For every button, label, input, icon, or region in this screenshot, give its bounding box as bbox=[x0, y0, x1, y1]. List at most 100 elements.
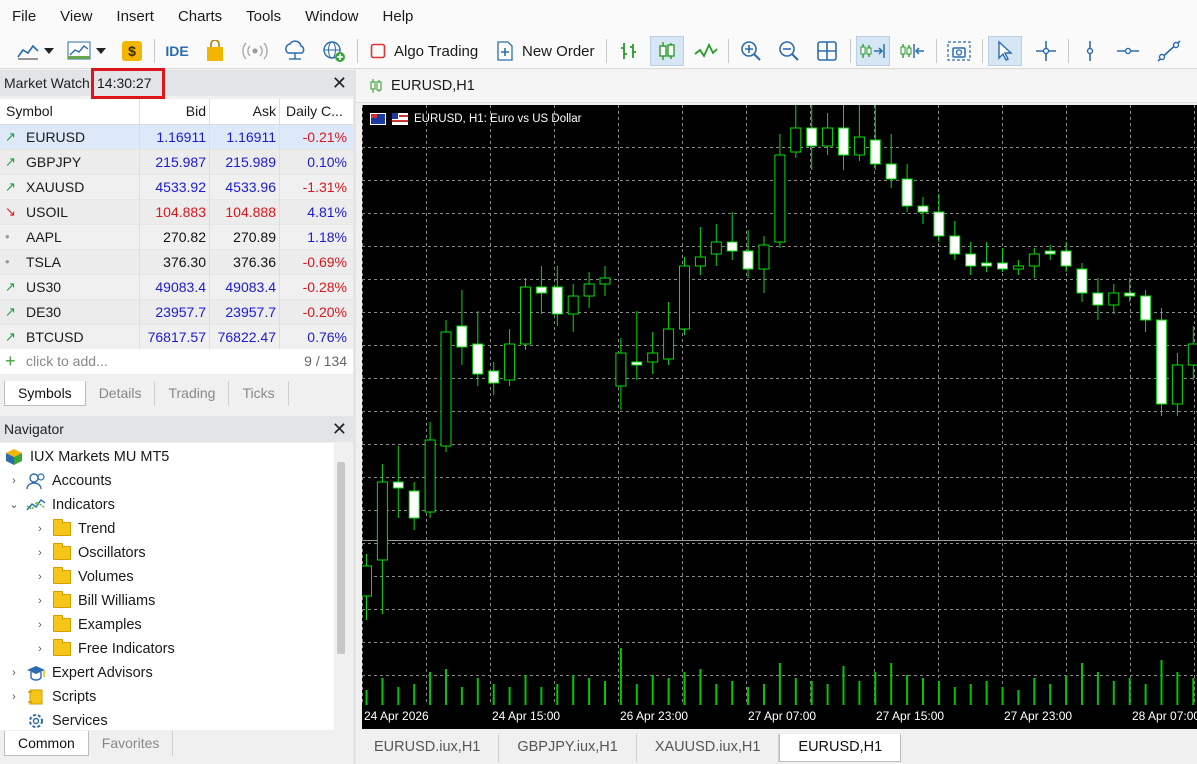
bar-chart-icon[interactable] bbox=[614, 36, 644, 66]
chevron-right-icon[interactable]: › bbox=[8, 469, 20, 493]
candle-body bbox=[1124, 292, 1136, 297]
algo-trading-button[interactable]: Algo Trading bbox=[364, 36, 486, 66]
dollar-icon[interactable]: $ bbox=[118, 36, 146, 66]
tab-trading[interactable]: Trading bbox=[155, 381, 230, 406]
add-symbol-row[interactable]: + click to add... 9 / 134 bbox=[0, 349, 353, 374]
chevron-right-icon[interactable]: › bbox=[34, 541, 46, 565]
candle-body bbox=[615, 352, 627, 387]
line-chart-icon[interactable] bbox=[14, 36, 42, 66]
navigator-item-examples[interactable]: › Examples bbox=[34, 613, 142, 637]
navigator-item-oscillators[interactable]: › Oscillators bbox=[34, 541, 146, 565]
chevron-right-icon[interactable]: › bbox=[8, 685, 20, 709]
zoom-out-icon[interactable] bbox=[774, 36, 804, 66]
navigator-item-expert-advisors[interactable]: › Expert Advisors bbox=[8, 661, 153, 685]
horizontal-line-icon[interactable] bbox=[1112, 36, 1144, 66]
dropdown-icon[interactable] bbox=[42, 36, 56, 66]
navigator-item-label: Indicators bbox=[52, 497, 115, 513]
chart-tab[interactable]: EURUSD,H1 bbox=[779, 734, 902, 762]
table-row[interactable]: ↗ EURUSD 1.16911 1.16911 -0.21% bbox=[0, 125, 353, 150]
bid-price: 1.16911 bbox=[156, 129, 206, 145]
table-row[interactable]: ↗ XAUUSD 4533.92 4533.96 -1.31% bbox=[0, 175, 353, 200]
column-header-symbol[interactable]: Symbol bbox=[6, 99, 53, 124]
chevron-right-icon[interactable]: › bbox=[34, 637, 46, 661]
screenshot-icon[interactable] bbox=[942, 36, 976, 66]
candle-body bbox=[1140, 295, 1152, 321]
chevron-right-icon[interactable]: › bbox=[34, 613, 46, 637]
dropdown-icon[interactable] bbox=[94, 36, 108, 66]
chart-tab[interactable]: EURUSD.iux,H1 bbox=[356, 734, 500, 762]
table-row[interactable]: ↗ GBPJPY 215.987 215.989 0.10% bbox=[0, 150, 353, 175]
tile-windows-icon[interactable] bbox=[812, 36, 842, 66]
close-icon[interactable]: ✕ bbox=[332, 70, 347, 96]
candle-body bbox=[456, 325, 468, 348]
chevron-right-icon[interactable]: › bbox=[8, 661, 20, 685]
folder-icon bbox=[52, 567, 72, 586]
candlestick-chart[interactable]: 24 Apr 2026 24 Apr 15:00 26 Apr 23:00 27 Ap… bbox=[361, 71, 1197, 729]
new-order-button[interactable]: New Order bbox=[492, 36, 604, 66]
column-header-daily-change[interactable]: Daily C... bbox=[286, 99, 353, 124]
menu-window[interactable]: Window bbox=[293, 0, 370, 33]
navigator-item-free-indicators[interactable]: › Free Indicators bbox=[34, 637, 175, 661]
chevron-right-icon[interactable]: › bbox=[34, 565, 46, 589]
bid-price: 376.30 bbox=[163, 254, 206, 270]
menu-charts[interactable]: Charts bbox=[166, 0, 234, 33]
table-row[interactable]: • TSLA 376.30 376.36 -0.69% bbox=[0, 250, 353, 275]
autoscroll-icon[interactable] bbox=[856, 36, 890, 66]
candle-body bbox=[981, 262, 993, 267]
candlestick-icon[interactable] bbox=[650, 36, 684, 66]
market-bag-icon[interactable] bbox=[200, 36, 230, 66]
chevron-right-icon[interactable]: › bbox=[34, 589, 46, 613]
menu-file[interactable]: File bbox=[0, 0, 48, 33]
chart-shift-icon[interactable] bbox=[896, 36, 930, 66]
tab-details[interactable]: Details bbox=[86, 381, 156, 406]
navigator-item-accounts[interactable]: › Accounts bbox=[8, 469, 112, 493]
chart-tab[interactable]: GBPJPY.iux,H1 bbox=[499, 734, 637, 762]
add-symbol-placeholder[interactable]: click to add... bbox=[26, 349, 108, 374]
cursor-icon[interactable] bbox=[988, 36, 1022, 66]
navigator-scrollbar[interactable] bbox=[337, 462, 345, 654]
candle-body bbox=[663, 328, 675, 360]
candle-body bbox=[885, 163, 897, 180]
navigator-item-services[interactable]: Services bbox=[8, 709, 108, 730]
navigator-item-scripts[interactable]: › Scripts bbox=[8, 685, 96, 709]
tab-favorites[interactable]: Favorites bbox=[89, 731, 174, 756]
global-add-icon[interactable] bbox=[318, 36, 350, 66]
crosshair-icon[interactable] bbox=[1030, 36, 1062, 66]
vertical-line-icon[interactable] bbox=[1074, 36, 1106, 66]
tab-symbols[interactable]: Symbols bbox=[4, 381, 86, 406]
chart-type-icon[interactable] bbox=[64, 36, 94, 66]
table-row[interactable]: ↘ USOIL 104.883 104.888 4.81% bbox=[0, 200, 353, 225]
chart-tab[interactable]: XAUUSD.iux,H1 bbox=[637, 734, 780, 762]
column-header-bid[interactable]: Bid bbox=[140, 99, 206, 124]
signals-icon[interactable] bbox=[238, 36, 272, 66]
line-icon[interactable] bbox=[690, 36, 722, 66]
navigator-item-indicators[interactable]: ⌄ Indicators bbox=[8, 493, 115, 517]
candle-body bbox=[965, 253, 977, 267]
menu-tools[interactable]: Tools bbox=[234, 0, 293, 33]
menu-help[interactable]: Help bbox=[371, 0, 426, 33]
menu-insert[interactable]: Insert bbox=[104, 0, 166, 33]
zoom-in-icon[interactable] bbox=[736, 36, 766, 66]
bid-price: 49083.4 bbox=[155, 279, 206, 295]
chevron-down-icon[interactable]: ⌄ bbox=[8, 493, 20, 517]
vps-cloud-icon[interactable] bbox=[278, 36, 312, 66]
bid-price: 215.987 bbox=[155, 154, 206, 170]
chevron-right-icon[interactable]: › bbox=[34, 517, 46, 541]
navigator-item-trend[interactable]: › Trend bbox=[34, 517, 115, 541]
broker-root[interactable]: IUX Markets MU MT5 bbox=[4, 445, 169, 469]
trendline-icon[interactable] bbox=[1152, 36, 1186, 66]
price-chart[interactable]: 24 Apr 2026 24 Apr 15:00 26 Apr 23:00 27 Ap… bbox=[361, 71, 1197, 729]
table-row[interactable]: ↗ US30 49083.4 49083.4 -0.28% bbox=[0, 275, 353, 300]
tab-ticks[interactable]: Ticks bbox=[229, 381, 289, 406]
menu-view[interactable]: View bbox=[48, 0, 104, 33]
close-icon[interactable]: ✕ bbox=[332, 416, 347, 442]
table-row[interactable]: ↗ DE30 23957.7 23957.7 -0.20% bbox=[0, 300, 353, 325]
navigator-item-bill-williams[interactable]: › Bill Williams bbox=[34, 589, 155, 613]
tab-common[interactable]: Common bbox=[4, 731, 89, 756]
table-row[interactable]: • AAPL 270.82 270.89 1.18% bbox=[0, 225, 353, 250]
table-row[interactable]: ↗ BTCUSD 76817.57 76822.47 0.76% bbox=[0, 325, 353, 350]
navigator-item-volumes[interactable]: › Volumes bbox=[34, 565, 134, 589]
ide-icon[interactable]: IDE bbox=[162, 36, 192, 66]
column-header-ask[interactable]: Ask bbox=[210, 99, 276, 124]
navigator-item-label: Scripts bbox=[52, 689, 97, 705]
